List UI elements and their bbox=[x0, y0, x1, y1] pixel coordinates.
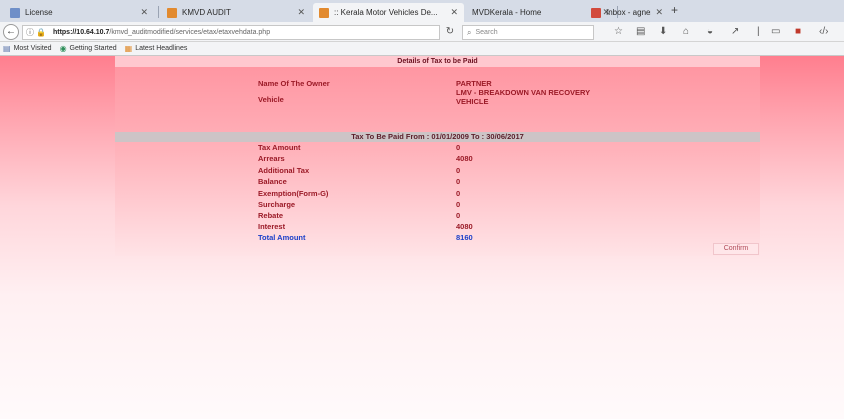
tab-strip: License ✕ KMVD AUDIT ✕ :: Kerala Motor V… bbox=[0, 0, 844, 22]
panel-title: Details of Tax to be Paid bbox=[115, 56, 760, 67]
row-label: Additional Tax bbox=[258, 166, 310, 175]
row-value: 0 bbox=[456, 177, 461, 186]
share-icon[interactable]: ↗ bbox=[731, 26, 739, 38]
close-tab-icon[interactable]: ✕ bbox=[297, 7, 305, 18]
page-content: Details of Tax to be Paid Name Of The Ow… bbox=[0, 56, 844, 419]
bookmark-getting-started[interactable]: ◉ Getting Started bbox=[60, 44, 117, 53]
firefox-icon: ◉ bbox=[59, 44, 67, 53]
row-label: Tax Amount bbox=[258, 143, 301, 152]
owner-value: PARTNER bbox=[456, 79, 492, 88]
url-path: /kmvd_auditmodified/services/etax/etaxve… bbox=[109, 29, 271, 36]
bookmark-star-icon[interactable]: ☆ bbox=[614, 26, 623, 38]
bookmarks-bar: ▤ Most Visited ◉ Getting Started ▦ Lates… bbox=[0, 42, 844, 56]
tab-label: KMVD AUDIT bbox=[182, 8, 231, 17]
row-value: 4080 bbox=[456, 222, 473, 231]
owner-label: Name Of The Owner bbox=[258, 79, 330, 88]
navigation-bar: ← ⓘ 🔒 https://10.64.10.7/kmvd_auditmodif… bbox=[0, 22, 844, 42]
reload-icon[interactable]: ↻ bbox=[444, 25, 456, 40]
row-label: Exemption(Form-G) bbox=[258, 189, 329, 198]
bookmark-most-visited[interactable]: ▤ Most Visited bbox=[3, 44, 52, 53]
new-tab-icon[interactable]: + bbox=[671, 3, 678, 17]
address-bar[interactable]: ⓘ 🔒 https://10.64.10.7/kmvd_auditmodifie… bbox=[22, 25, 440, 40]
sidebar-icon[interactable]: ▭ bbox=[771, 26, 780, 38]
url-text: https://10.64.10.7/kmvd_auditmodified/se… bbox=[53, 29, 270, 36]
total-amount-label: Total Amount bbox=[258, 233, 306, 242]
tab-kmvd-audit[interactable]: KMVD AUDIT ✕ bbox=[161, 3, 311, 22]
tab-license[interactable]: License ✕ bbox=[4, 3, 154, 22]
tab-kerala-motor-vehicles[interactable]: :: Kerala Motor Vehicles De... ✕ bbox=[313, 3, 464, 22]
url-host: https://10.64.10.7 bbox=[52, 29, 110, 36]
tab-inbox[interactable]: Inbox - agnespsm@gmail.... ✕ bbox=[587, 3, 667, 22]
row-value: 0 bbox=[456, 166, 461, 175]
toolbar-separator: | bbox=[757, 26, 760, 37]
close-tab-icon[interactable]: ✕ bbox=[450, 7, 458, 18]
download-icon[interactable]: ⬇ bbox=[659, 26, 667, 38]
developer-tools-icon[interactable]: ‹/› bbox=[819, 26, 828, 38]
tab-label: License bbox=[25, 8, 53, 17]
tab-label: Inbox - agnespsm@gmail.... bbox=[606, 8, 651, 17]
license-favicon-icon bbox=[10, 7, 20, 18]
addon-icon[interactable]: ■ bbox=[795, 26, 801, 38]
close-tab-icon[interactable]: ✕ bbox=[140, 7, 148, 18]
row-value: 4080 bbox=[456, 154, 473, 163]
row-label: Arrears bbox=[258, 154, 285, 163]
vehicle-value-line-2: VEHICLE bbox=[456, 97, 489, 106]
vehicle-label: Vehicle bbox=[258, 95, 284, 104]
info-icon[interactable]: ⓘ bbox=[26, 27, 34, 38]
panel-body: Name Of The Owner PARTNER Vehicle LMV - … bbox=[115, 67, 760, 256]
tax-details-panel: Details of Tax to be Paid Name Of The Ow… bbox=[115, 56, 760, 256]
row-value: 0 bbox=[456, 211, 461, 220]
close-tab-icon[interactable]: ✕ bbox=[655, 7, 663, 18]
row-label: Interest bbox=[258, 222, 286, 231]
row-value: 0 bbox=[456, 200, 461, 209]
row-label: Rebate bbox=[258, 211, 284, 220]
gmail-favicon-icon bbox=[591, 7, 601, 18]
rss-feed-icon: ▦ bbox=[124, 44, 133, 53]
row-label: Balance bbox=[258, 177, 287, 186]
kmvd-favicon-icon bbox=[167, 7, 177, 18]
row-label: Surcharge bbox=[258, 200, 296, 209]
search-placeholder: Search bbox=[475, 29, 498, 36]
search-icon: ⌕ bbox=[467, 27, 472, 37]
home-icon[interactable]: ⌂ bbox=[683, 26, 689, 38]
bookmark-label: Latest Headlines bbox=[135, 45, 188, 52]
confirm-button[interactable]: Confirm bbox=[713, 243, 759, 255]
tax-period-bar: Tax To Be Paid From : 01/01/2009 To : 30… bbox=[115, 132, 760, 142]
folder-icon: ▤ bbox=[3, 44, 11, 53]
vehicle-value-line-1: LMV - BREAKDOWN VAN RECOVERY bbox=[456, 88, 591, 97]
tab-label: MVDKerala - Home bbox=[472, 8, 542, 17]
search-input[interactable]: ⌕ Search bbox=[462, 25, 594, 40]
bookmark-label: Getting Started bbox=[69, 45, 117, 52]
lock-warning-icon[interactable]: 🔒 bbox=[36, 28, 46, 37]
reading-list-icon[interactable]: ▤ bbox=[636, 26, 645, 38]
bookmark-latest-headlines[interactable]: ▦ Latest Headlines bbox=[125, 44, 188, 53]
kmvd-favicon-icon bbox=[319, 7, 329, 18]
tab-label: :: Kerala Motor Vehicles De... bbox=[334, 8, 438, 17]
pocket-icon[interactable]: ◒ bbox=[707, 26, 713, 38]
bookmark-label: Most Visited bbox=[13, 45, 52, 52]
tab-separator bbox=[158, 6, 159, 18]
total-amount-value: 8160 bbox=[456, 233, 473, 242]
row-value: 0 bbox=[456, 143, 461, 152]
row-value: 0 bbox=[456, 189, 461, 198]
back-arrow-icon[interactable]: ← bbox=[3, 24, 19, 40]
